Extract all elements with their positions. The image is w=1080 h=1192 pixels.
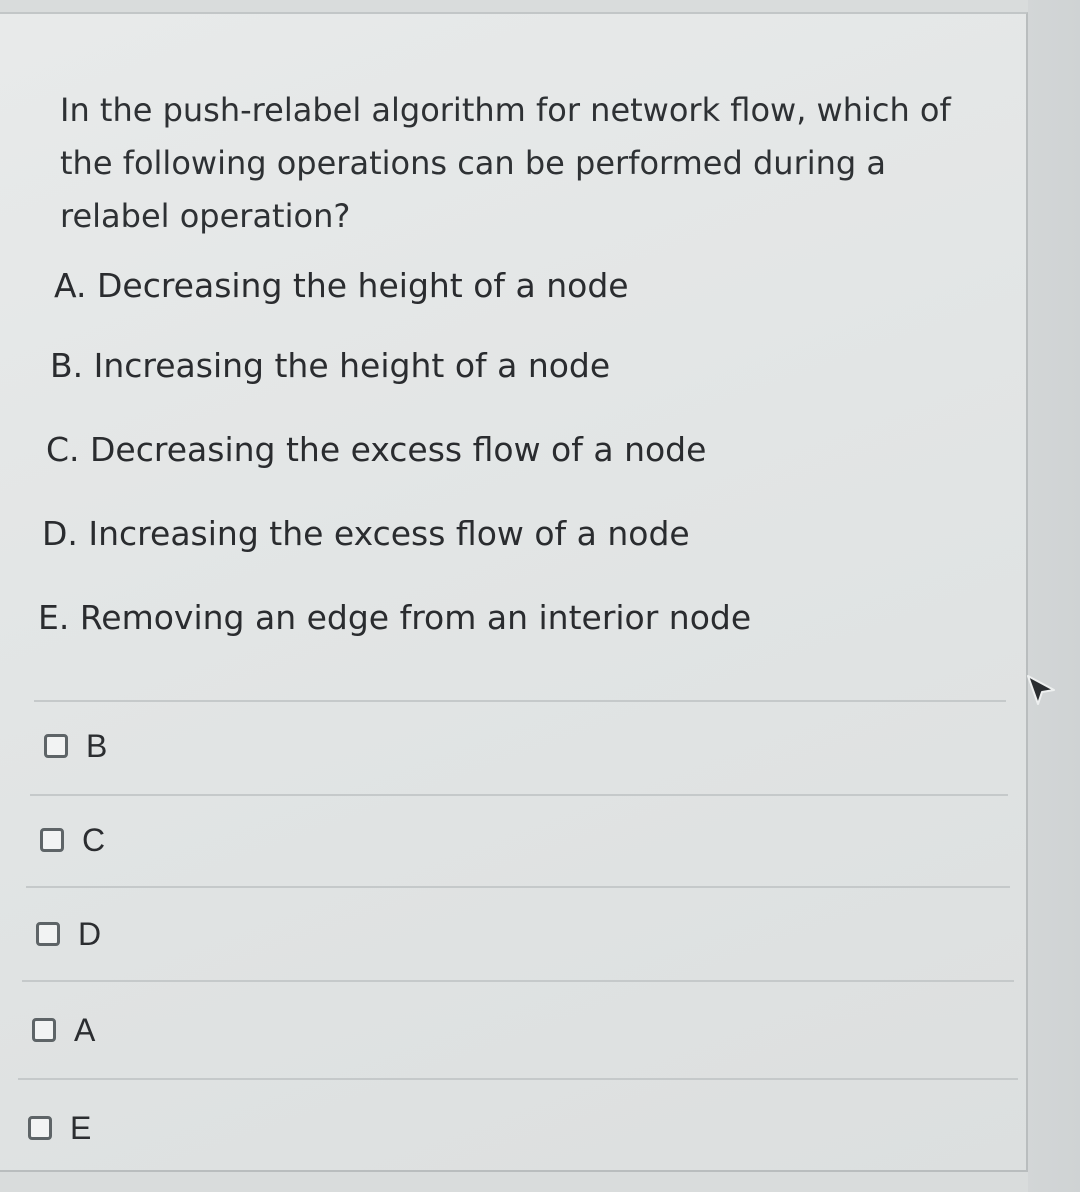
question-card: In the push-relabel algorithm for networ… [0, 12, 1028, 1172]
answer-label: D [78, 915, 102, 952]
answer-label: C [82, 821, 106, 858]
checkbox[interactable] [36, 922, 60, 946]
divider [34, 700, 1006, 702]
answer-choice-b[interactable]: B [44, 726, 107, 766]
answer-label: A [74, 1011, 96, 1048]
answer-choice-a[interactable]: A [32, 1010, 95, 1050]
question-line-1: In the push-relabel algorithm for networ… [60, 91, 951, 129]
option-b-text: B. Increasing the height of a node [50, 346, 611, 385]
divider [26, 886, 1010, 888]
question-line-2: the following operations can be performe… [60, 144, 886, 182]
question-line-3: relabel operation? [60, 197, 351, 235]
mouse-pointer-icon [1027, 675, 1055, 705]
screen-bezel [1028, 0, 1080, 1192]
answer-choice-e[interactable]: E [28, 1108, 91, 1148]
divider [22, 980, 1014, 982]
divider [30, 794, 1008, 796]
checkbox[interactable] [28, 1116, 52, 1140]
checkbox[interactable] [32, 1018, 56, 1042]
answer-label: E [70, 1109, 92, 1146]
option-d-text: D. Increasing the excess flow of a node [42, 514, 690, 553]
checkbox[interactable] [40, 828, 64, 852]
divider [18, 1078, 1018, 1080]
question-text: In the push-relabel algorithm for networ… [60, 84, 960, 243]
option-e-text: E. Removing an edge from an interior nod… [38, 598, 752, 637]
option-c-text: C. Decreasing the excess flow of a node [46, 430, 707, 469]
answer-choice-d[interactable]: D [36, 914, 101, 954]
checkbox[interactable] [44, 734, 68, 758]
option-a-text: A. Decreasing the height of a node [54, 266, 629, 305]
answer-label: B [86, 727, 108, 764]
answer-choice-c[interactable]: C [40, 820, 105, 860]
